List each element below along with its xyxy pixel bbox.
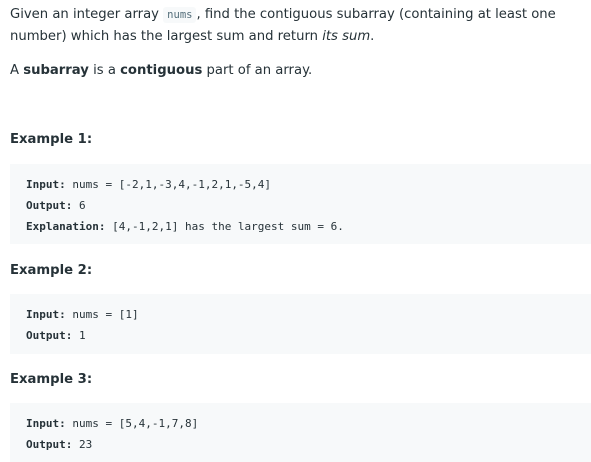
example-2-output-value: 1 — [72, 329, 86, 342]
example-3-output-line: Output: 23 — [26, 434, 575, 455]
example-2-input-line: Input: nums = [1] — [26, 304, 575, 325]
example-2-output-label: Output: — [26, 329, 73, 342]
example-1-explanation-line: Explanation: [4,-1,2,1] has the largest … — [26, 216, 575, 237]
intro-text-3: . — [370, 29, 375, 44]
example-2-output-line: Output: 1 — [26, 325, 575, 346]
example-1-explanation-value: [4,-1,2,1] has the largest sum = 6. — [105, 220, 344, 233]
definition-text-1: A — [10, 63, 24, 78]
definition-text-2: is a — [88, 63, 121, 78]
example-3-code-block: Input: nums = [5,4,-1,7,8] Output: 23 — [10, 403, 591, 462]
example-3-output-label: Output: — [26, 438, 73, 451]
example-1-code-block: Input: nums = [-2,1,-3,4,-1,2,1,-5,4] Out… — [10, 164, 591, 244]
example-2-title: Example 2: — [10, 263, 93, 278]
example-1-output-line: Output: 6 — [26, 195, 575, 216]
example-2-input-value: nums = [1] — [65, 308, 139, 321]
example-1-input-value: nums = [-2,1,-3,4,-1,2,1,-5,4] — [65, 178, 272, 191]
example-3-input-value: nums = [5,4,-1,7,8] — [65, 417, 199, 430]
example-3-title: Example 3: — [10, 372, 93, 387]
definition-text-3: part of an array. — [202, 63, 313, 78]
problem-statement: Given an integer array nums, find the co… — [10, 4, 590, 48]
intro-text-1: Given an integer array — [10, 7, 164, 22]
example-3-input-line: Input: nums = [5,4,-1,7,8] — [26, 413, 575, 434]
definition-bold-contiguous: contiguous — [120, 63, 203, 78]
example-1-explanation-label: Explanation: — [26, 220, 106, 233]
example-3-output-value: 23 — [72, 438, 93, 451]
nums-inline-code: nums — [163, 7, 197, 23]
example-1-output-value: 6 — [72, 199, 86, 212]
example-1-output-label: Output: — [26, 199, 73, 212]
example-1-input-label: Input: — [26, 178, 66, 191]
subarray-definition: A subarray is a contiguous part of an ar… — [10, 60, 590, 82]
example-3-input-label: Input: — [26, 417, 66, 430]
example-2-code-block: Input: nums = [1] Output: 1 — [10, 294, 591, 354]
example-1-input-line: Input: nums = [-2,1,-3,4,-1,2,1,-5,4] — [26, 174, 575, 195]
example-2-input-label: Input: — [26, 308, 66, 321]
example-1-title: Example 1: — [10, 132, 93, 147]
intro-emphasis: its sum — [322, 29, 371, 44]
definition-bold-subarray: subarray — [23, 63, 89, 78]
